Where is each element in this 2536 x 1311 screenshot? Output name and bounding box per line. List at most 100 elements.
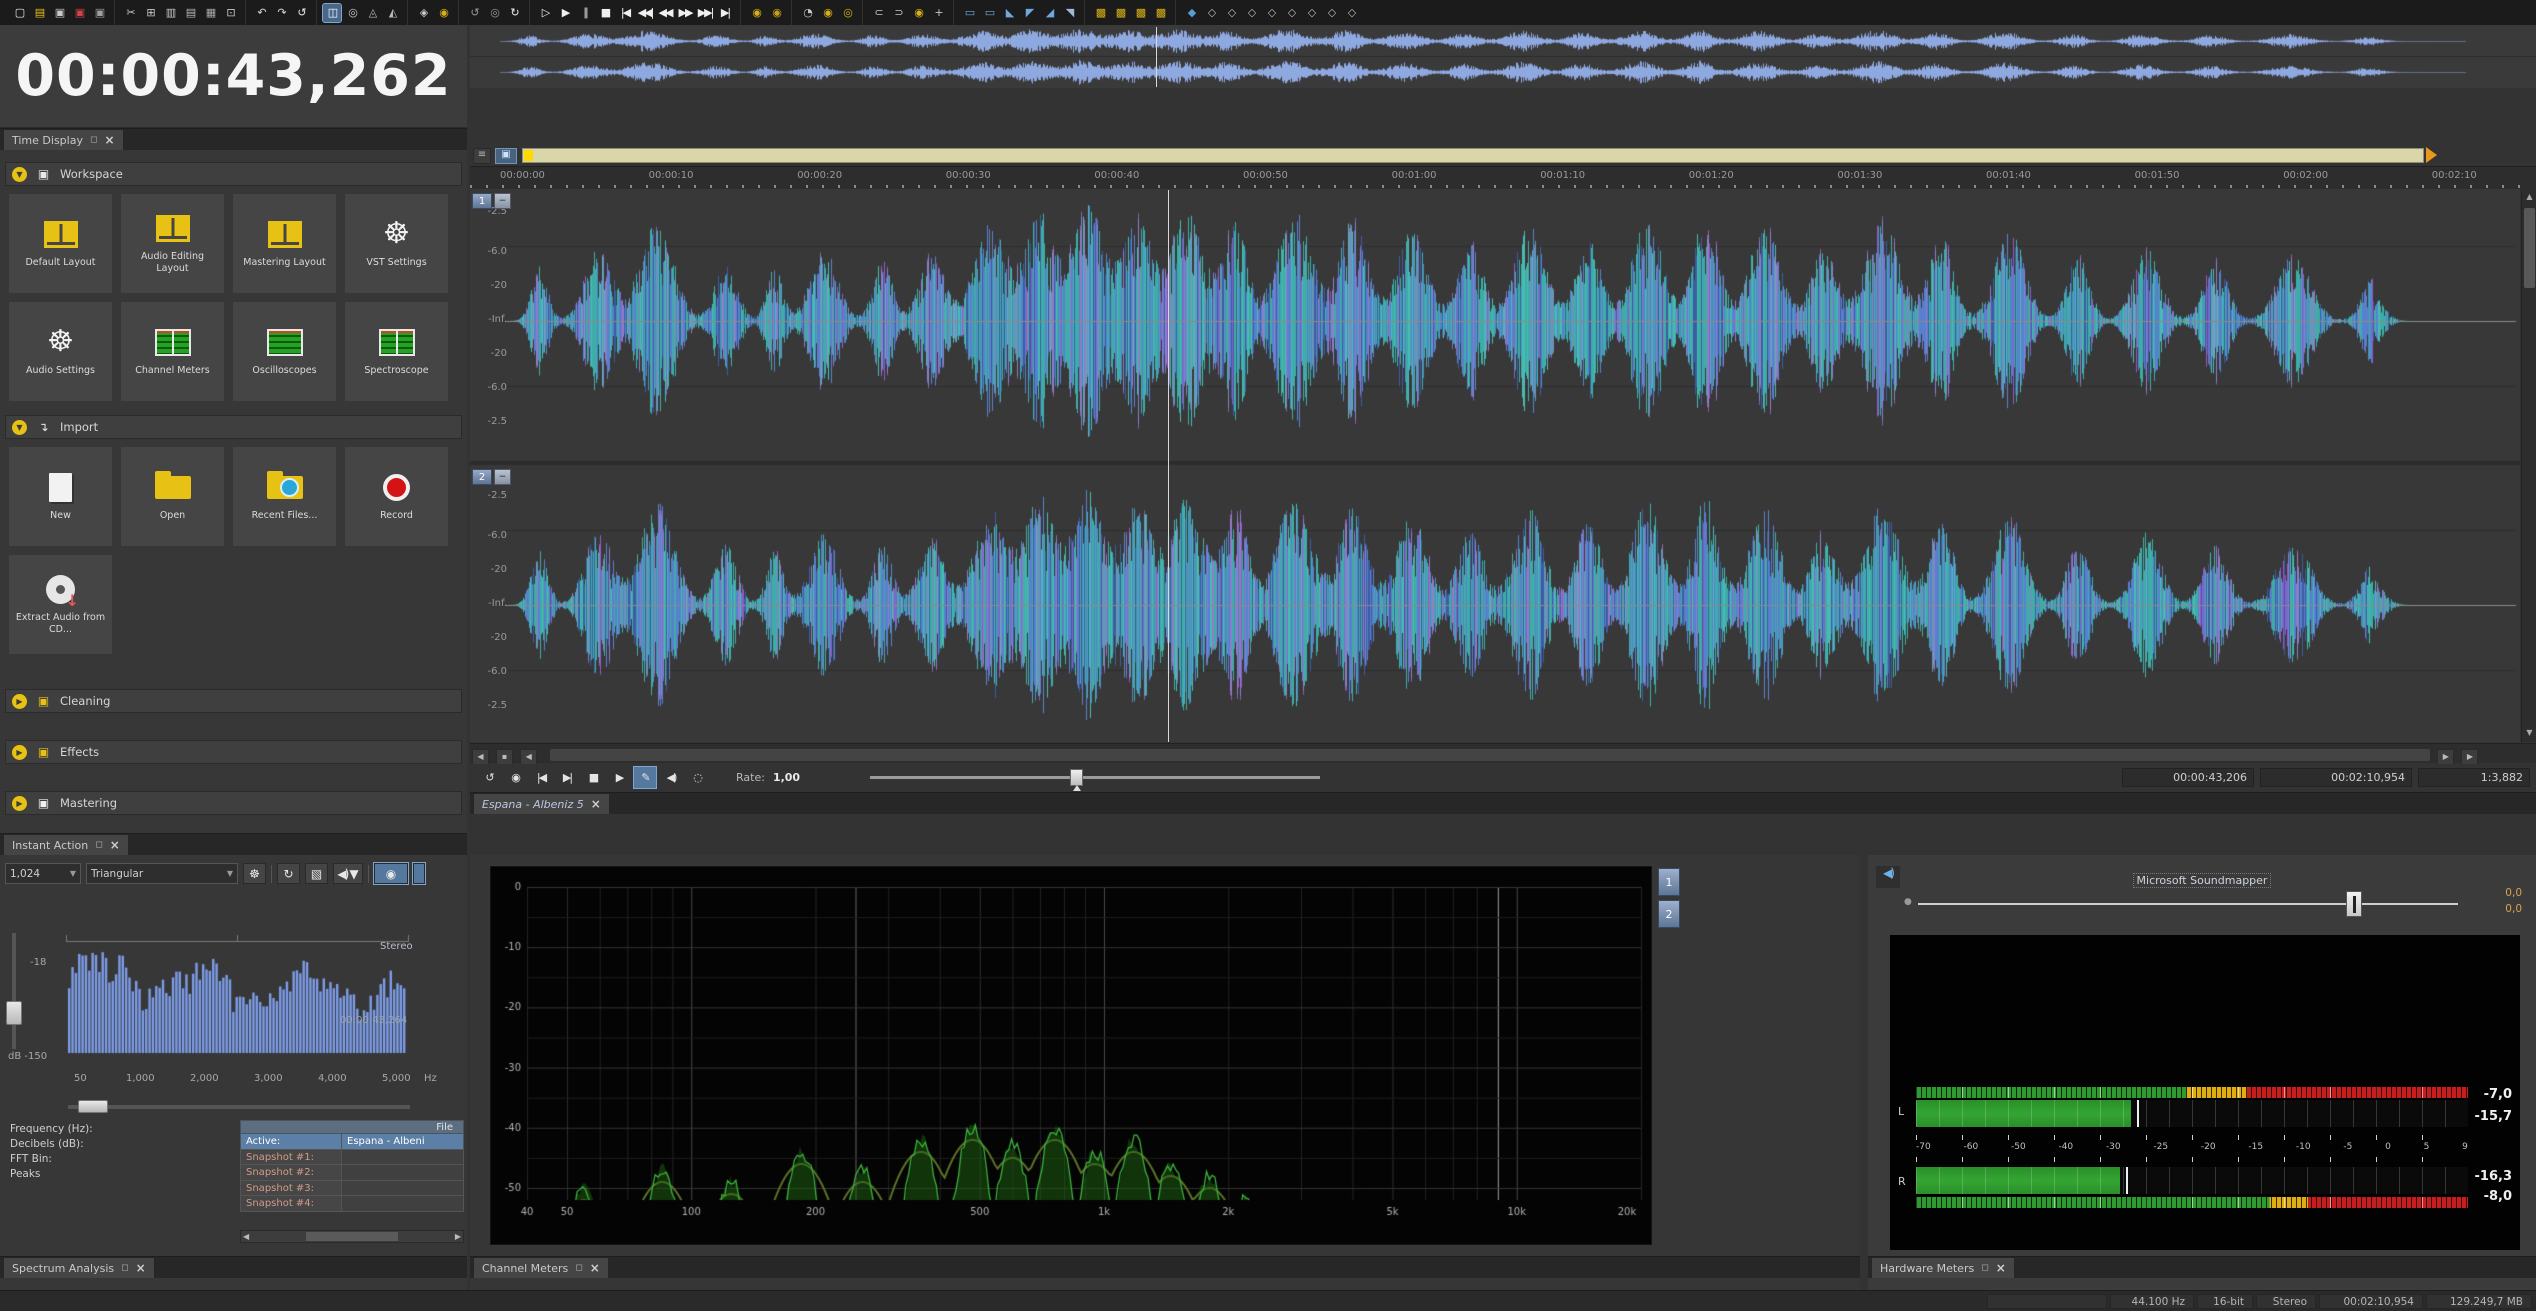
scrub-button[interactable]: ◌ [686, 767, 708, 788]
channel-minimize-button[interactable]: − [494, 469, 511, 485]
tool-envelope-icon[interactable]: ◢ [1040, 4, 1058, 22]
window-type-select[interactable]: Triangular▼ [86, 863, 238, 884]
tile-default-layout[interactable]: Default Layout [9, 194, 112, 293]
tool-select-icon[interactable]: ▭ [980, 4, 998, 22]
tile-audio-editing-layout[interactable]: Audio Editing Layout [121, 194, 224, 293]
record-remote-icon[interactable]: ◉ [909, 4, 927, 22]
overview-waveform[interactable] [470, 25, 2536, 88]
close-icon[interactable]: × [110, 838, 120, 852]
scroll-left2-icon[interactable]: ◀ [520, 749, 537, 765]
stop-icon[interactable]: ■ [596, 4, 614, 22]
zoom-in-time-icon[interactable]: ◉ [818, 4, 836, 22]
vertical-scrollbar[interactable]: ▲ ▼ [2521, 190, 2536, 742]
find-tool-icon[interactable]: ◎ [343, 4, 361, 22]
repeat-icon[interactable]: ↺ [292, 4, 310, 22]
monitor-button[interactable]: ◀)▼ [333, 863, 363, 884]
tile-audio-settings[interactable]: ☸Audio Settings [9, 302, 112, 401]
region-insert-icon[interactable]: ◉ [767, 4, 785, 22]
rate-slider[interactable] [870, 767, 1320, 788]
go-to-end-button[interactable]: ▶| [556, 767, 578, 788]
snapshot-button[interactable]: ▧ [305, 863, 328, 884]
overview-playhead[interactable] [1156, 27, 1157, 87]
refresh-button[interactable]: ↻ [277, 863, 300, 884]
scroll-down-icon[interactable]: ▼ [2522, 728, 2536, 737]
tile-vst-settings[interactable]: ☸VST Settings [345, 194, 448, 293]
tool-event-icon[interactable]: ◥ [1060, 4, 1078, 22]
undo-icon[interactable]: ↶ [252, 4, 270, 22]
redo-icon[interactable]: ↷ [272, 4, 290, 22]
hold-peaks-button[interactable]: ◉ [374, 863, 408, 884]
scroll-right-icon[interactable]: ▶ [455, 1232, 461, 1241]
play-icon[interactable]: ▶ [556, 4, 574, 22]
refresh-icon[interactable]: ↻ [505, 4, 523, 22]
lock-markers-icon[interactable]: ▩ [1151, 4, 1169, 22]
save-icon[interactable]: ▣ [50, 4, 68, 22]
snap-enable-icon[interactable]: ▩ [1131, 4, 1149, 22]
tile-mastering-layout[interactable]: Mastering Layout [233, 194, 336, 293]
forward-fast-icon[interactable]: ▶▶| [696, 4, 714, 22]
rate-slider-track[interactable] [870, 776, 1320, 779]
paste-icon[interactable]: ▥ [161, 4, 179, 22]
volume-slider-track[interactable] [1918, 903, 2458, 905]
tile-extract-audio-from-cd[interactable]: Extract Audio from CD... [9, 555, 112, 654]
chevron-down-icon[interactable]: ▼ [12, 420, 27, 435]
tile-new[interactable]: New [9, 447, 112, 546]
channel-select-1[interactable]: 1 [472, 193, 492, 209]
script-2-icon[interactable]: ◇ [1202, 4, 1220, 22]
channel-minimize-button[interactable]: − [494, 193, 511, 209]
main-waveform[interactable] [470, 189, 2520, 742]
play-button[interactable]: ▶ [608, 767, 630, 788]
edit-tool-button[interactable]: ✎ [634, 767, 656, 788]
scroll-right-icon[interactable]: ▶ [2437, 749, 2454, 765]
event-tool-icon[interactable]: ▣ [495, 148, 517, 164]
scroll-left-icon[interactable]: ◀ [243, 1232, 249, 1241]
script-3-icon[interactable]: ◇ [1222, 4, 1240, 22]
close-icon[interactable]: × [591, 797, 601, 811]
paste-to-new-icon[interactable]: ▦ [201, 4, 219, 22]
snap-marker-icon[interactable]: ◉ [434, 4, 452, 22]
settings-button[interactable]: ☸ [243, 863, 266, 884]
record-button[interactable]: ◉ [504, 767, 526, 788]
save-as-icon[interactable]: ▣ [70, 4, 88, 22]
stop-button[interactable]: ■ [582, 767, 604, 788]
script-6-icon[interactable]: ◇ [1282, 4, 1300, 22]
table-row[interactable]: Snapshot #4: [240, 1196, 464, 1212]
script-4-icon[interactable]: ◇ [1242, 4, 1260, 22]
section-header-cleaning[interactable]: ▶▣Cleaning [5, 689, 462, 713]
tile-oscilloscopes[interactable]: Oscilloscopes [233, 302, 336, 401]
float-icon[interactable]: ◻ [575, 1263, 582, 1273]
statistics-icon[interactable]: ◬ [363, 4, 381, 22]
scrollbar-thumb[interactable] [306, 1232, 398, 1241]
float-icon[interactable]: ◻ [121, 1263, 128, 1273]
snapshot-table-scrollbar[interactable]: ◀ ▶ [240, 1230, 464, 1243]
spectrum-vslider-thumb[interactable] [6, 1001, 22, 1025]
table-row[interactable]: Snapshot #3: [240, 1181, 464, 1197]
forward-icon[interactable]: ▶▶ [676, 4, 694, 22]
overview-scrollbar[interactable] [522, 148, 2424, 163]
rewind-fast-icon[interactable]: ◀◀| [636, 4, 654, 22]
tab-hardware-meters[interactable]: Hardware Meters◻× [1871, 1257, 2015, 1278]
paste-special-icon[interactable]: ▤ [181, 4, 199, 22]
play-all-icon[interactable]: ▷ [536, 4, 554, 22]
spectrum-tool-icon[interactable]: ◭ [383, 4, 401, 22]
lock-loop-length-icon[interactable]: ▩ [1111, 4, 1129, 22]
save-all-icon[interactable]: ▣ [90, 4, 108, 22]
zoom-fit-icon[interactable]: ▪ [496, 749, 513, 765]
hscrollbar-thumb[interactable] [550, 749, 2430, 761]
auto-ripple-icon[interactable]: ▩ [1091, 4, 1109, 22]
pause-icon[interactable]: ∥ [576, 4, 594, 22]
tile-spectroscope[interactable]: Spectroscope [345, 302, 448, 401]
section-header-mastering[interactable]: ▶▣Mastering [5, 791, 462, 815]
float-icon[interactable]: ◻ [95, 840, 102, 850]
close-icon[interactable]: × [104, 133, 114, 147]
undo-all-icon[interactable]: ⊂ [869, 4, 887, 22]
table-row[interactable]: Snapshot #1: [240, 1150, 464, 1166]
tab-document[interactable]: Espana - Albeniz 5× [473, 793, 610, 814]
spectrum-vslider-track[interactable] [12, 933, 16, 1049]
spectrum-hslider-track[interactable] [68, 1105, 410, 1109]
trim-crop-icon[interactable]: ⊡ [221, 4, 239, 22]
tile-open[interactable]: Open [121, 447, 224, 546]
fft-size-select[interactable]: 1,024▼ [5, 863, 81, 884]
script-9-icon[interactable]: ◇ [1342, 4, 1360, 22]
tile-recent-files[interactable]: Recent Files... [233, 447, 336, 546]
